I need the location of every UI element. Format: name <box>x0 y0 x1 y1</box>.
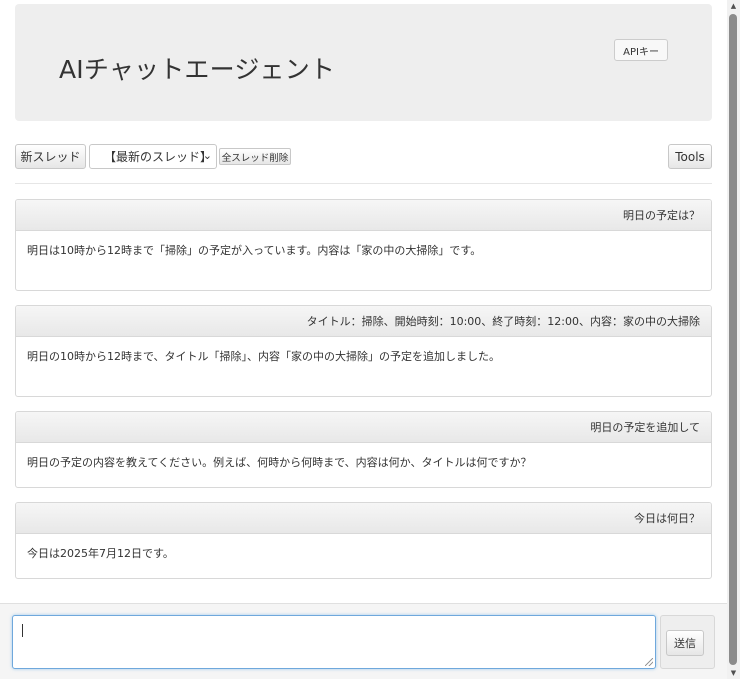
api-key-button[interactable]: APIキー <box>614 39 668 61</box>
user-question: タイトル：掃除、開始時刻：10:00、終了時刻：12:00、内容：家の中の大掃除 <box>16 306 711 337</box>
send-button[interactable]: 送信 <box>666 630 704 656</box>
toolbar-divider <box>15 183 712 184</box>
new-thread-button[interactable]: 新スレッド <box>15 144 86 169</box>
message-input[interactable] <box>12 615 656 669</box>
message-card: タイトル：掃除、開始時刻：10:00、終了時刻：12:00、内容：家の中の大掃除… <box>15 305 712 397</box>
user-question: 明日の予定は？ <box>16 200 711 231</box>
scrollbar-thumb[interactable] <box>729 14 737 665</box>
app-title: AIチャットエージェント <box>59 55 336 84</box>
app-header: AIチャットエージェント APIキー <box>15 4 712 121</box>
user-question: 明日の予定を追加して <box>16 412 711 443</box>
tools-button[interactable]: Tools <box>668 144 712 169</box>
assistant-answer: 今日は2025年7月12日です。 <box>27 547 174 560</box>
thread-select[interactable]: 【最新のスレッド】 ⌄ <box>89 144 217 169</box>
text-caret <box>22 624 23 637</box>
message-card: 明日の予定は？ 明日は10時から12時まで「掃除」の予定が入っています。内容は「… <box>15 199 712 291</box>
assistant-answer: 明日は10時から12時まで「掃除」の予定が入っています。内容は「家の中の大掃除」… <box>27 244 482 257</box>
resize-grip-icon[interactable] <box>645 658 653 666</box>
vertical-scrollbar[interactable]: ▲ ▼ <box>727 0 740 679</box>
message-card: 今日は何日？ 今日は2025年7月12日です。 <box>15 502 712 579</box>
message-card: 明日の予定を追加して 明日の予定の内容を教えてください。例えば、何時から何時まで… <box>15 411 712 488</box>
scroll-up-arrow-icon[interactable]: ▲ <box>727 0 740 12</box>
chevron-down-icon: ⌄ <box>202 149 212 162</box>
delete-all-threads-button[interactable]: 全スレッド削除 <box>219 148 291 165</box>
send-area: 送信 <box>660 615 715 669</box>
assistant-answer: 明日の予定の内容を教えてください。例えば、何時から何時まで、内容は何か、タイトル… <box>27 456 532 469</box>
assistant-answer: 明日の10時から12時まで、タイトル「掃除」、内容「家の中の大掃除」の予定を追加… <box>27 350 501 363</box>
user-question: 今日は何日？ <box>16 503 711 534</box>
thread-select-value: 【最新のスレッド】 <box>104 150 213 164</box>
scroll-down-arrow-icon[interactable]: ▼ <box>727 667 740 679</box>
